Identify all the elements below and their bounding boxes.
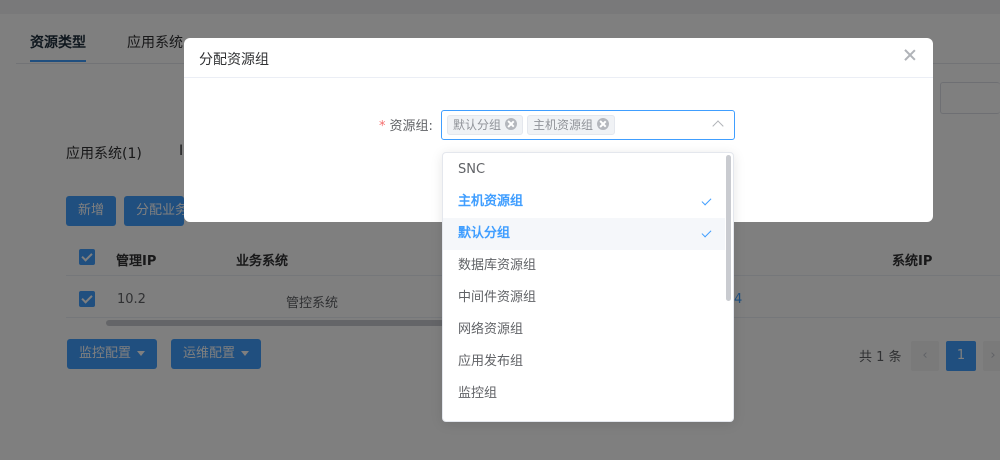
dropdown-option[interactable]: 网络资源组 (443, 314, 725, 346)
check-icon (701, 195, 712, 206)
dropdown-option[interactable]: 数据库资源组 (443, 250, 725, 282)
option-label: 应用发布组 (458, 354, 524, 369)
selected-tag: 默认分组 (447, 115, 524, 135)
option-label: 默认分组 (458, 226, 511, 241)
selected-tag-label: 主机资源组 (533, 118, 594, 132)
resource-group-select[interactable]: 默认分组 主机资源组 (441, 110, 735, 140)
selected-tag: 主机资源组 (527, 115, 616, 135)
chevron-up-icon[interactable] (712, 120, 724, 132)
dropdown-scrollbar[interactable] (726, 155, 731, 301)
dropdown-option[interactable]: 默认分组 (443, 218, 725, 250)
dialog-title: 分配资源组 (199, 52, 269, 68)
dropdown-option[interactable]: SNC (443, 154, 725, 186)
dialog-header: 分配资源组 (184, 38, 933, 78)
tag-close-icon[interactable] (505, 118, 518, 130)
option-label: 中间件资源组 (458, 290, 537, 305)
tag-close-icon[interactable] (597, 118, 610, 130)
resource-group-dropdown: SNC 主机资源组 默认分组 数据库资源组 中间件资源组 网络资源组 应用发布组… (442, 152, 734, 422)
dropdown-option[interactable]: 应用发布组 (443, 346, 725, 378)
dropdown-option[interactable]: 中间件资源组 (443, 282, 725, 314)
close-icon[interactable] (902, 47, 918, 63)
option-label: 数据库资源组 (458, 258, 537, 273)
option-label: SNC (458, 162, 486, 177)
selected-tag-label: 默认分组 (453, 118, 502, 132)
resource-group-label-text: 资源组: (389, 119, 433, 134)
option-label: 监控组 (458, 386, 498, 401)
resource-group-label: * 资源组: (379, 115, 433, 134)
option-label: 网络资源组 (458, 322, 524, 337)
check-icon (701, 227, 712, 238)
required-mark: * (379, 119, 386, 134)
dropdown-option[interactable]: 主机资源组 (443, 186, 725, 218)
option-label: 主机资源组 (458, 194, 524, 209)
dropdown-option[interactable]: 监控组 (443, 378, 725, 410)
